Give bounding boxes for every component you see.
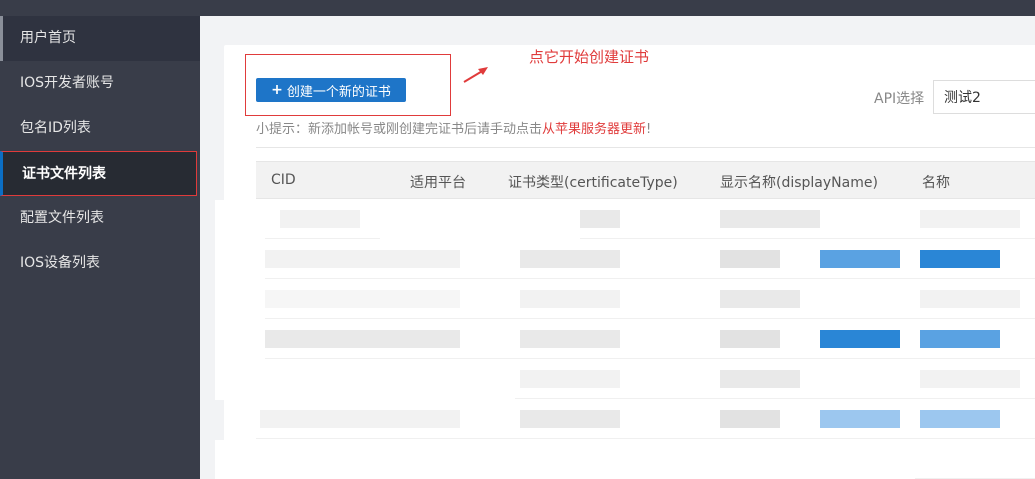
privacy-mask bbox=[215, 360, 515, 400]
column-header-platform: 适用平台 bbox=[410, 175, 466, 191]
annotation-arrow-icon bbox=[463, 67, 488, 83]
sidebar-item-certificate-list[interactable]: 证书文件列表 bbox=[0, 151, 197, 196]
sidebar-item-home[interactable]: 用户首页 bbox=[0, 16, 200, 61]
api-select-label: API选择 bbox=[874, 91, 925, 107]
column-header-name: 名称 bbox=[922, 175, 950, 191]
sidebar-item-bundle-id-list[interactable]: 包名ID列表 bbox=[0, 106, 200, 151]
sidebar-item-ios-device-list[interactable]: IOS设备列表 bbox=[0, 241, 200, 286]
column-header-cid: CID bbox=[271, 172, 296, 188]
divider bbox=[256, 147, 1035, 148]
table-header: CID 适用平台 证书类型(certificateType) 显示名称(disp… bbox=[256, 161, 1035, 199]
sidebar: 用户首页 IOS开发者账号 包名ID列表 证书文件列表 配置文件列表 IOS设备… bbox=[0, 16, 200, 479]
column-header-certificate-type: 证书类型(certificateType) bbox=[508, 175, 678, 191]
privacy-mask bbox=[380, 205, 580, 239]
table-row[interactable] bbox=[256, 399, 1035, 439]
column-header-display-name: 显示名称(displayName) bbox=[720, 175, 878, 191]
tip-text: 小提示：新添加帐号或刚创建完证书后请手动点击从苹果服务器更新! bbox=[256, 118, 651, 137]
top-bar bbox=[0, 0, 1035, 16]
table-row[interactable] bbox=[256, 319, 1035, 359]
api-select[interactable]: 测试2 bbox=[933, 80, 1035, 114]
plus-icon: + bbox=[271, 82, 283, 98]
tip-suffix: ! bbox=[646, 122, 652, 137]
create-certificate-button[interactable]: + 创建一个新的证书 bbox=[256, 78, 406, 102]
table-row[interactable] bbox=[256, 279, 1035, 319]
tip-prefix: 小提示：新添加帐号或刚创建完证书后请手动点击 bbox=[256, 122, 543, 137]
create-certificate-label: 创建一个新的证书 bbox=[286, 84, 391, 100]
sidebar-item-profile-list[interactable]: 配置文件列表 bbox=[0, 196, 200, 241]
update-from-apple-link[interactable]: 从苹果服务器更新 bbox=[542, 122, 646, 137]
annotation-text: 点它开始创建证书 bbox=[529, 48, 650, 66]
table-row[interactable] bbox=[256, 239, 1035, 279]
api-select-value: 测试2 bbox=[944, 90, 981, 106]
privacy-mask bbox=[215, 440, 915, 479]
sidebar-item-ios-developer-accounts[interactable]: IOS开发者账号 bbox=[0, 61, 200, 106]
table-body bbox=[256, 199, 1035, 479]
table-row[interactable] bbox=[256, 199, 1035, 239]
